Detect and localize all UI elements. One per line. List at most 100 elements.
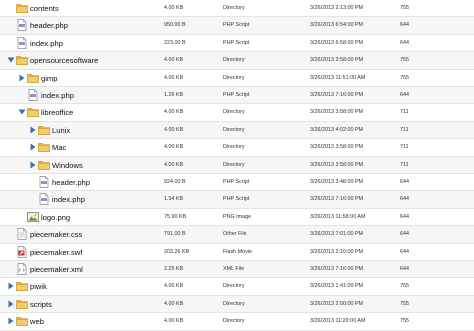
file-name[interactable]: header.php [52,174,90,191]
file-date: 3/26/2013 1:41:00 PM [310,283,364,290]
file-permissions: 711 [400,161,409,168]
tree-row[interactable]: opensourcesoftware 4.00 KB Directory 3/26/2… [0,52,474,70]
file-size: 4.00 KB [164,74,184,81]
file-date: 3/26/2013 7:16:00 PM [310,196,364,203]
folder-icon [16,315,28,327]
tree-row[interactable]: index.php 1.26 KB PHP Script 3/26/2013 7:16… [0,87,474,105]
folder-icon [16,54,28,66]
flash-file-icon [16,245,28,258]
file-size: 203.26 KB [164,248,190,255]
file-name[interactable]: Mac [52,139,66,156]
file-type: Other File [223,231,247,238]
file-name[interactable]: header.php [30,17,68,34]
file-date: 3/26/2013 11:51:00 AM [310,74,366,81]
php-file-icon [16,19,28,32]
file-name[interactable]: piecemaker.css [30,226,82,243]
file-name[interactable]: libreoffice [41,104,73,121]
collapse-arrow-icon[interactable] [7,282,15,290]
file-date: 3/26/2013 7:16:00 PM [310,92,364,98]
tree-row[interactable]: piwik 4.00 KB Directory 3/26/2013 1:41:00 P… [0,278,474,296]
file-type: Directory [223,109,245,116]
file-name[interactable]: contents [30,0,59,17]
tree-row[interactable]: piecemaker.xml 2.25 KB XML File 3/26/2013 7… [0,261,474,279]
collapse-arrow-icon[interactable] [29,161,37,169]
file-permissions: 755 [400,57,409,64]
php-file-icon [38,176,50,188]
tree-row[interactable]: Mac 4.00 KB Directory 3/26/2013 3:58:00 PM 7… [0,139,474,157]
file-type: PHP Script [223,196,250,203]
file-date: 3/26/2013 3:58:00 PM [310,109,364,116]
file-type: Directory [223,5,245,11]
file-name[interactable]: scripts [30,296,52,313]
tree-row[interactable]: piecemaker.css 791.00 B Other File 3/26/201… [0,226,474,244]
file-date: 3/26/2013 3:58:00 PM [310,161,364,168]
file-permissions: 711 [400,144,409,151]
file-date: 3/26/2013 11:58:00 AM [310,213,366,220]
file-type: PNG Image [223,213,252,220]
tree-row[interactable]: libreoffice 4.00 KB Directory 3/26/2013 3:5… [0,104,474,122]
tree-row[interactable]: Lunix 4.00 KB Directory 3/26/2013 4:02:00 P… [0,121,474,140]
tree-row[interactable]: Windows 4.00 KB Directory 3/26/2013 3:58:00… [0,156,474,174]
collapse-arrow-icon[interactable] [18,74,26,82]
tree-row[interactable]: index.php 223.00 B PHP Script 3/26/2013 6:5… [0,35,474,53]
file-name[interactable]: gimp [41,70,57,87]
collapse-arrow-icon[interactable] [29,126,37,134]
file-permissions: 755 [400,74,409,81]
tree-row[interactable]: header.php 950.00 B PHP Script 3/26/2013 6:… [0,17,474,35]
expand-arrow-icon[interactable] [7,56,15,64]
file-date: 3/26/2013 2:00:00 PM [310,300,364,307]
file-name[interactable]: piwik [30,278,47,295]
file-date: 3/26/2013 2:13:00 PM [310,5,364,11]
file-type: PHP Script [223,39,250,46]
tree-row[interactable]: contents 4.00 KB Directory 3/26/2013 2:13:0… [0,0,474,18]
file-name[interactable]: piecemaker.swf [30,244,82,261]
file-type: Directory [223,283,245,290]
file-type: Flash Movie [223,248,253,255]
file-permissions: 644 [400,231,409,238]
file-size: 4.00 KB [164,109,184,116]
file-size: 2.25 KB [164,266,184,272]
file-permissions: 644 [400,39,409,46]
tree-row[interactable]: scripts 4.00 KB Directory 3/26/2013 2:00:00… [0,295,474,314]
file-name[interactable]: logo.png [41,209,70,226]
file-permissions: 644 [400,92,409,98]
file-type: Directory [223,161,245,168]
image-file-icon [27,211,39,223]
folder-icon [38,124,50,136]
file-name[interactable]: index.php [41,87,74,104]
file-date: 3/26/2013 2:10:00 PM [310,248,364,255]
collapse-arrow-icon[interactable] [7,317,15,325]
folder-icon [38,159,50,171]
tree-row[interactable]: header.php 924.00 B PHP Script 3/26/2013 3:… [0,174,474,192]
tree-row[interactable]: piecemaker.swf 203.26 KB Flash Movie 3/26/2… [0,244,474,261]
file-name[interactable]: Windows [52,157,83,174]
collapse-arrow-icon[interactable] [7,300,15,308]
file-size: 223.00 B [164,39,186,46]
file-date: 3/26/2013 4:02:00 PM [310,126,364,133]
file-type: XML File [223,266,245,272]
file-size: 950.00 B [164,22,186,29]
php-file-icon [16,36,28,49]
file-type: Directory [223,126,245,133]
file-permissions: 644 [400,213,409,220]
folder-icon [27,72,39,84]
tree-row[interactable]: gimp 4.00 KB Directory 3/26/2013 11:51:00 A… [0,70,474,87]
file-name[interactable]: index.php [52,191,85,208]
file-type: PHP Script [223,92,250,98]
file-date: 3/26/2013 6:58:00 PM [310,39,364,46]
tree-row[interactable]: index.php 1.54 KB PHP Script 3/26/2013 7:16… [0,191,474,209]
file-name[interactable]: index.php [30,35,63,52]
file-name[interactable]: piecemaker.xml [30,261,83,278]
file-permissions: 755 [400,300,409,307]
folder-icon [27,106,39,118]
expand-arrow-icon[interactable] [18,108,26,116]
file-name[interactable]: opensourcesoftware [30,52,98,69]
tree-row[interactable]: logo.png 75.90 KB PNG Image 3/26/2013 11:58… [0,209,474,227]
file-type: Directory [223,144,245,151]
file-tree: contents 4.00 KB Directory 3/26/2013 2:13:0… [0,0,474,331]
file-date: 3/26/2013 6:54:00 PM [310,22,364,29]
file-size: 791.00 B [164,231,186,238]
file-name[interactable]: Lunix [52,122,70,139]
file-permissions: 644 [400,179,409,185]
collapse-arrow-icon[interactable] [29,143,37,151]
